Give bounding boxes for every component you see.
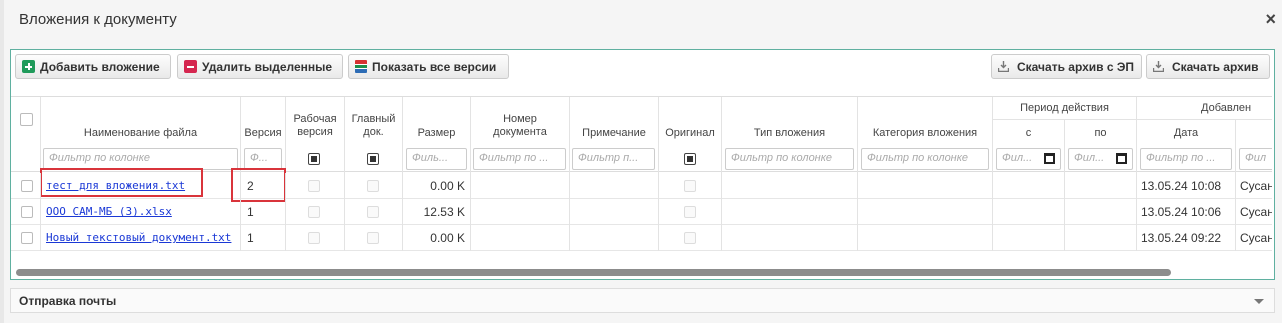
filter-doc-number[interactable]: Фильтр по ... [473,148,566,170]
main-doc-checkbox [367,180,379,192]
filter-file-name[interactable]: Фильтр по колонке [43,148,238,170]
minus-icon [184,60,197,73]
header-note[interactable]: Примечание [570,127,658,140]
select-all-checkbox[interactable] [20,113,33,126]
header-validity-period: Период действия [1020,102,1109,114]
close-icon[interactable]: × [1265,9,1276,30]
table-row[interactable]: ООО САМ-МБ (3).xlsx 1 12.53 K 13.05.24 1… [11,199,1272,225]
filter-working-version-checkbox[interactable] [308,153,320,165]
download-archive-button[interactable]: Скачать архив [1146,54,1270,79]
filter-from-text: Фил... [1002,152,1033,164]
size-cell: 12.53 K [423,205,465,219]
delete-selected-button[interactable]: Удалить выделенные [177,54,343,79]
working-version-checkbox [308,206,320,218]
row-checkbox[interactable] [21,206,33,218]
attachments-panel: Добавить вложение Удалить выделенные Пок… [10,49,1275,280]
dialog-title: Вложения к документу [19,11,177,28]
horizontal-scrollbar[interactable] [16,269,1171,276]
mail-section[interactable]: Отправка почты [10,288,1275,313]
plus-icon [22,60,35,73]
download-archive-label: Скачать архив [1172,59,1259,74]
header-attachment-type[interactable]: Тип вложения [722,127,857,140]
original-checkbox [684,232,696,244]
delete-selected-label: Удалить выделенные [202,59,333,74]
filter-version[interactable]: Ф... [244,148,282,170]
filter-original-checkbox[interactable] [684,153,696,165]
table-row[interactable]: Новый текстовый документ.txt 1 0.00 K 13… [11,225,1272,251]
filter-attachment-type[interactable]: Фильтр по колонке [725,148,854,170]
table-row[interactable]: тест для вложения.txt 2 0.00 K 13.05.24 … [11,168,1272,202]
original-checkbox [684,206,696,218]
original-checkbox [684,180,696,192]
added-by-cell: Сусан [1240,205,1272,219]
header-attachment-category[interactable]: Категория вложения [858,127,992,140]
filter-main-doc-checkbox[interactable] [367,153,379,165]
added-by-cell: Сусан [1240,179,1272,193]
date-cell: 13.05.24 10:06 [1141,205,1222,219]
filter-size[interactable]: Филь... [406,148,467,170]
download-icon [1153,61,1164,72]
working-version-checkbox [308,180,320,192]
header-file-name[interactable]: Наименование файла [41,127,240,140]
filter-date[interactable]: Фильтр по ... [1140,148,1232,170]
version-cell: 1 [247,205,254,219]
download-icon [998,61,1009,72]
header-from[interactable]: с [993,127,1064,140]
add-attachment-label: Добавить вложение [40,59,160,74]
header-date[interactable]: Дата [1137,127,1235,140]
filter-attachment-category[interactable]: Фильтр по колонке [861,148,989,170]
header-main-doc[interactable]: Главный док. [345,113,402,139]
added-by-cell: Сусан [1240,231,1272,245]
header-version[interactable]: Версия [241,127,285,140]
date-cell: 13.05.24 10:08 [1141,179,1222,193]
download-signed-archive-label: Скачать архив с ЭП [1017,59,1135,74]
row-checkbox[interactable] [21,232,33,244]
header-to[interactable]: по [1065,127,1136,140]
file-name-link[interactable]: ООО САМ-МБ (3).xlsx [46,205,172,218]
calendar-icon[interactable] [1044,153,1055,164]
header-size[interactable]: Размер [403,127,470,140]
header-working-version[interactable]: Рабочая версия [286,113,344,139]
filter-note[interactable]: Фильтр п... [572,148,655,170]
toolbar: Добавить вложение Удалить выделенные Пок… [11,50,1274,84]
filter-from[interactable]: Фил... [996,148,1061,170]
calendar-icon[interactable] [1116,153,1127,164]
size-cell: 0.00 K [430,179,465,193]
left-edge [0,0,4,323]
header-added: Добавлен [1201,102,1252,114]
versions-icon [355,60,367,73]
chevron-down-icon[interactable] [1254,299,1264,304]
filter-to[interactable]: Фил... [1068,148,1133,170]
show-all-versions-label: Показать все версии [372,59,497,74]
row-checkbox[interactable] [21,180,33,192]
grid-header: Наименование файла Версия Рабочая версия… [11,96,1272,173]
file-name-link[interactable]: Новый текстовый документ.txt [46,231,231,244]
filter-added-by[interactable]: Фил [1239,148,1272,170]
size-cell: 0.00 K [430,231,465,245]
filter-to-text: Фил... [1074,152,1105,164]
header-original[interactable]: Оригинал [659,127,721,140]
version-cell: 1 [247,231,254,245]
mail-section-title: Отправка почты [19,294,117,308]
main-doc-checkbox [367,232,379,244]
main-doc-checkbox [367,206,379,218]
download-signed-archive-button[interactable]: Скачать архив с ЭП [991,54,1142,79]
header-doc-number[interactable]: Номер документа [481,113,559,139]
attachments-grid: Наименование файла Версия Рабочая версия… [11,96,1272,272]
add-attachment-button[interactable]: Добавить вложение [15,54,171,79]
highlight-box-file [40,168,203,197]
show-all-versions-button[interactable]: Показать все версии [348,54,509,79]
dialog-header: Вложения к документу × [4,0,1282,42]
date-cell: 13.05.24 09:22 [1141,231,1222,245]
working-version-checkbox [308,232,320,244]
